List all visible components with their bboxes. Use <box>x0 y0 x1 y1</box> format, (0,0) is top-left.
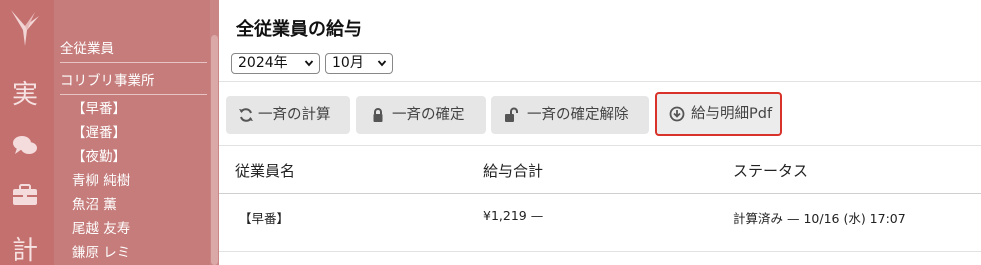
sidebar: 全従業員 コリブリ事業所 【早番】 【遅番】 【夜勤】 青柳 純樹 魚沼 薫 尾… <box>54 0 219 265</box>
icon-rail: 実 計 <box>0 0 54 265</box>
refresh-icon <box>239 108 253 122</box>
unlock-icon <box>505 107 518 122</box>
payslip-pdf-label: 給与明細Pdf <box>691 106 773 122</box>
column-header-employee-name[interactable]: 従業員名 <box>235 160 295 181</box>
table-row-divider <box>219 251 981 252</box>
chevron-down-icon <box>377 60 387 67</box>
month-select-value: 10月 <box>332 55 364 71</box>
sidebar-item-all-employees[interactable]: 全従業員 <box>60 40 114 58</box>
year-select-value: 2024年 <box>238 55 288 71</box>
rail-item-keisan[interactable]: 計 <box>0 236 50 265</box>
divider <box>219 145 981 146</box>
sidebar-item-employee[interactable]: 鎌原 レミ <box>72 244 130 262</box>
calc-all-button[interactable]: 一斉の計算 <box>226 96 350 134</box>
confirm-all-button[interactable]: 一斉の確定 <box>356 96 486 134</box>
table-header-divider <box>219 193 981 194</box>
calc-all-label: 一斉の計算 <box>258 107 331 123</box>
page-title: 全従業員の給与 <box>236 19 362 40</box>
main-content: 全従業員の給与 2024年 10月 一斉の計算 一斉の確定 一斉の確定解除 給与… <box>219 0 981 265</box>
cell-employee-name[interactable]: 【早番】 <box>239 208 289 227</box>
rail-item-jisseki[interactable]: 実 <box>0 80 50 110</box>
sidebar-scrollbar-thumb[interactable] <box>211 35 218 265</box>
logo-icon[interactable] <box>7 8 43 48</box>
month-select[interactable]: 10月 <box>325 53 393 74</box>
sidebar-item-shift-night[interactable]: 【夜勤】 <box>72 148 126 166</box>
sidebar-item-employee[interactable]: 魚沼 薫 <box>72 196 117 214</box>
sidebar-item-employee[interactable]: 尾越 友寿 <box>72 220 130 238</box>
year-select[interactable]: 2024年 <box>231 53 320 74</box>
chevron-down-icon <box>304 60 314 67</box>
sidebar-divider <box>60 62 207 63</box>
divider <box>219 81 981 82</box>
download-circle-icon <box>669 106 685 122</box>
sidebar-item-employee[interactable]: 青柳 純樹 <box>72 172 130 190</box>
sidebar-item-company[interactable]: コリブリ事業所 <box>60 72 155 90</box>
lock-icon <box>373 108 383 122</box>
cell-salary-total: ¥1,219 — <box>483 208 544 223</box>
chat-icon[interactable] <box>11 134 39 158</box>
unconfirm-all-button[interactable]: 一斉の確定解除 <box>491 96 649 134</box>
confirm-all-label: 一斉の確定 <box>392 107 465 123</box>
cell-status: 計算済み — 10/16 (水) 17:07 <box>733 211 906 226</box>
unconfirm-all-label: 一斉の確定解除 <box>527 107 629 123</box>
briefcase-icon[interactable] <box>11 183 39 207</box>
payslip-pdf-button[interactable]: 給与明細Pdf <box>655 92 782 136</box>
column-header-salary-total[interactable]: 給与合計 <box>483 160 543 181</box>
sidebar-item-shift-early[interactable]: 【早番】 <box>72 100 126 118</box>
sidebar-divider <box>60 94 207 95</box>
sidebar-item-shift-late[interactable]: 【遅番】 <box>72 124 126 142</box>
column-header-status[interactable]: ステータス <box>733 160 808 181</box>
